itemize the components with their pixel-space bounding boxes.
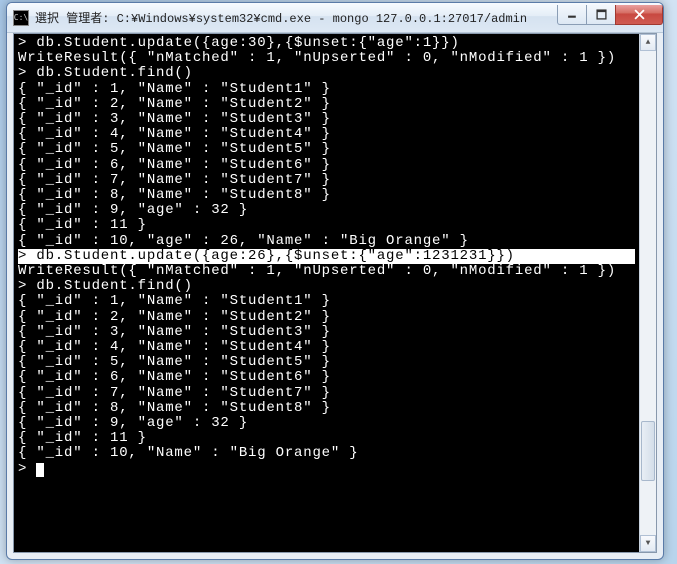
terminal-line: { ″_id″ : 6, ″Name″ : ″Student6″ } [18,158,635,173]
terminal-line: { ″_id″ : 2, ″Name″ : ″Student2″ } [18,97,635,112]
terminal-line: > [18,462,635,477]
terminal[interactable]: > db.Student.update({age:30},{$unset:{″a… [14,34,639,552]
terminal-line: { ″_id″ : 3, ″Name″ : ″Student3″ } [18,112,635,127]
terminal-line: > db.Student.find() [18,66,635,81]
scroll-thumb[interactable] [641,421,655,481]
terminal-line: { ″_id″ : 5, ″Name″ : ″Student5″ } [18,142,635,157]
cmd-icon: C:\ [13,10,29,26]
terminal-line: { ″_id″ : 7, ″Name″ : ″Student7″ } [18,173,635,188]
terminal-line: { ″_id″ : 4, ″Name″ : ″Student4″ } [18,340,635,355]
terminal-line: { ″_id″ : 9, ″age″ : 32 } [18,416,635,431]
scrollbar[interactable]: ▲ ▼ [639,34,656,552]
scroll-up-button[interactable]: ▲ [640,34,656,51]
command-window: C:\ 選択 管理者: C:¥Windows¥system32¥cmd.exe … [6,2,664,560]
close-icon [634,9,645,20]
terminal-line: { ″_id″ : 5, ″Name″ : ″Student5″ } [18,355,635,370]
titlebar[interactable]: C:\ 選択 管理者: C:¥Windows¥system32¥cmd.exe … [7,3,663,33]
window-title: 選択 管理者: C:¥Windows¥system32¥cmd.exe - mo… [35,9,558,26]
cursor [36,463,44,477]
terminal-line: { ″_id″ : 6, ″Name″ : ″Student6″ } [18,370,635,385]
terminal-line: { ″_id″ : 9, ″age″ : 32 } [18,203,635,218]
scroll-track[interactable] [640,51,656,535]
chevron-down-icon: ▼ [646,539,651,548]
terminal-line: { ″_id″ : 2, ″Name″ : ″Student2″ } [18,310,635,325]
chevron-up-icon: ▲ [646,38,651,47]
terminal-line: { ″_id″ : 3, ″Name″ : ″Student3″ } [18,325,635,340]
terminal-line: > db.Student.update({age:30},{$unset:{″a… [18,36,635,51]
terminal-line: { ″_id″ : 10, ″Name″ : ″Big Orange″ } [18,446,635,461]
window-controls [558,5,663,27]
maximize-button[interactable] [586,5,616,25]
terminal-wrap: > db.Student.update({age:30},{$unset:{″a… [13,33,657,553]
cmd-icon-text: C:\ [14,13,28,22]
maximize-icon [596,9,607,20]
terminal-line: { ″_id″ : 11 } [18,218,635,233]
terminal-line: WriteResult({ ″nMatched″ : 1, ″nUpserted… [18,51,635,66]
terminal-line: { ″_id″ : 11 } [18,431,635,446]
terminal-line: > db.Student.update({age:26},{$unset:{″a… [18,249,635,264]
terminal-line: { ″_id″ : 1, ″Name″ : ″Student1″ } [18,82,635,97]
terminal-line: { ″_id″ : 1, ″Name″ : ″Student1″ } [18,294,635,309]
close-button[interactable] [615,5,663,25]
minimize-button[interactable] [557,5,587,25]
terminal-line: WriteResult({ ″nMatched″ : 1, ″nUpserted… [18,264,635,279]
terminal-line: > db.Student.find() [18,279,635,294]
terminal-line: { ″_id″ : 4, ″Name″ : ″Student4″ } [18,127,635,142]
terminal-line: { ″_id″ : 8, ″Name″ : ″Student8″ } [18,188,635,203]
terminal-line: { ″_id″ : 7, ″Name″ : ″Student7″ } [18,386,635,401]
terminal-line: { ″_id″ : 8, ″Name″ : ″Student8″ } [18,401,635,416]
scroll-down-button[interactable]: ▼ [640,535,656,552]
terminal-line: { ″_id″ : 10, ″age″ : 26, ″Name″ : ″Big … [18,234,635,249]
minimize-icon [567,9,578,20]
